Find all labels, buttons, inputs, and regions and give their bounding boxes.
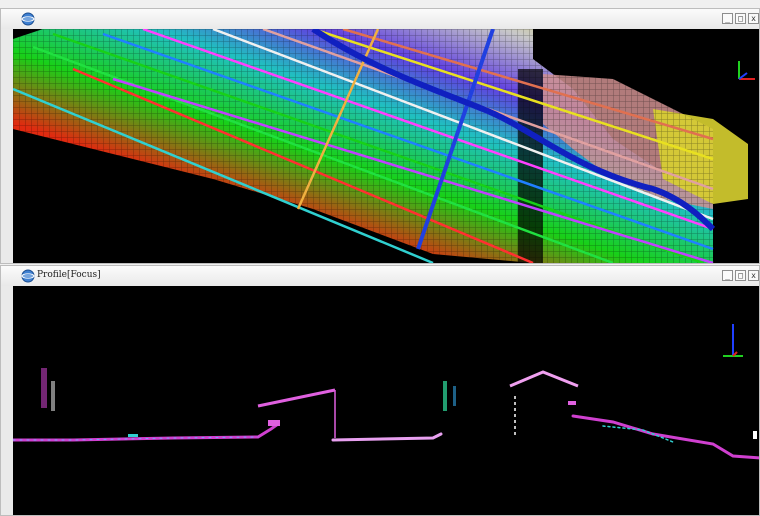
- minimize-button[interactable]: _: [722, 270, 733, 281]
- profile-ground-line: [13, 414, 759, 460]
- building-roof-right: [509, 370, 579, 388]
- axis-triad-icon: [738, 61, 755, 80]
- maximize-button[interactable]: □: [735, 13, 746, 24]
- plan-view-canvas[interactable]: [13, 29, 759, 263]
- close-icon: x: [751, 14, 756, 23]
- globe-app-icon: [21, 12, 35, 26]
- maximize-icon: □: [738, 14, 743, 23]
- profile-view-title: Profile[Focus]: [37, 270, 101, 280]
- point-cloud-profile-view: [13, 324, 759, 460]
- point-cloud-plan-view: [13, 29, 755, 263]
- maximize-button[interactable]: □: [735, 270, 746, 281]
- minimize-icon: _: [725, 14, 730, 23]
- plan-view-window: _ □ x: [0, 8, 760, 264]
- plan-view-titlebar[interactable]: _ □ x: [1, 9, 759, 30]
- minimize-button[interactable]: _: [722, 13, 733, 24]
- globe-app-icon: [21, 269, 35, 283]
- scattered-points: [41, 368, 757, 439]
- plan-view-left-strip: [1, 29, 13, 263]
- close-icon: x: [751, 271, 756, 280]
- building-roof-left: [257, 388, 336, 408]
- profile-view-titlebar[interactable]: Profile[Focus] _ □ x: [1, 266, 759, 287]
- minimize-icon: _: [725, 271, 730, 280]
- close-button[interactable]: x: [748, 270, 759, 281]
- profile-view-left-strip: [1, 286, 13, 515]
- maximize-icon: □: [738, 271, 743, 280]
- profile-view-canvas[interactable]: [13, 286, 759, 515]
- profile-view-window: Profile[Focus] _ □ x: [0, 265, 760, 516]
- axis-triad-icon: [723, 324, 743, 357]
- close-button[interactable]: x: [748, 13, 759, 24]
